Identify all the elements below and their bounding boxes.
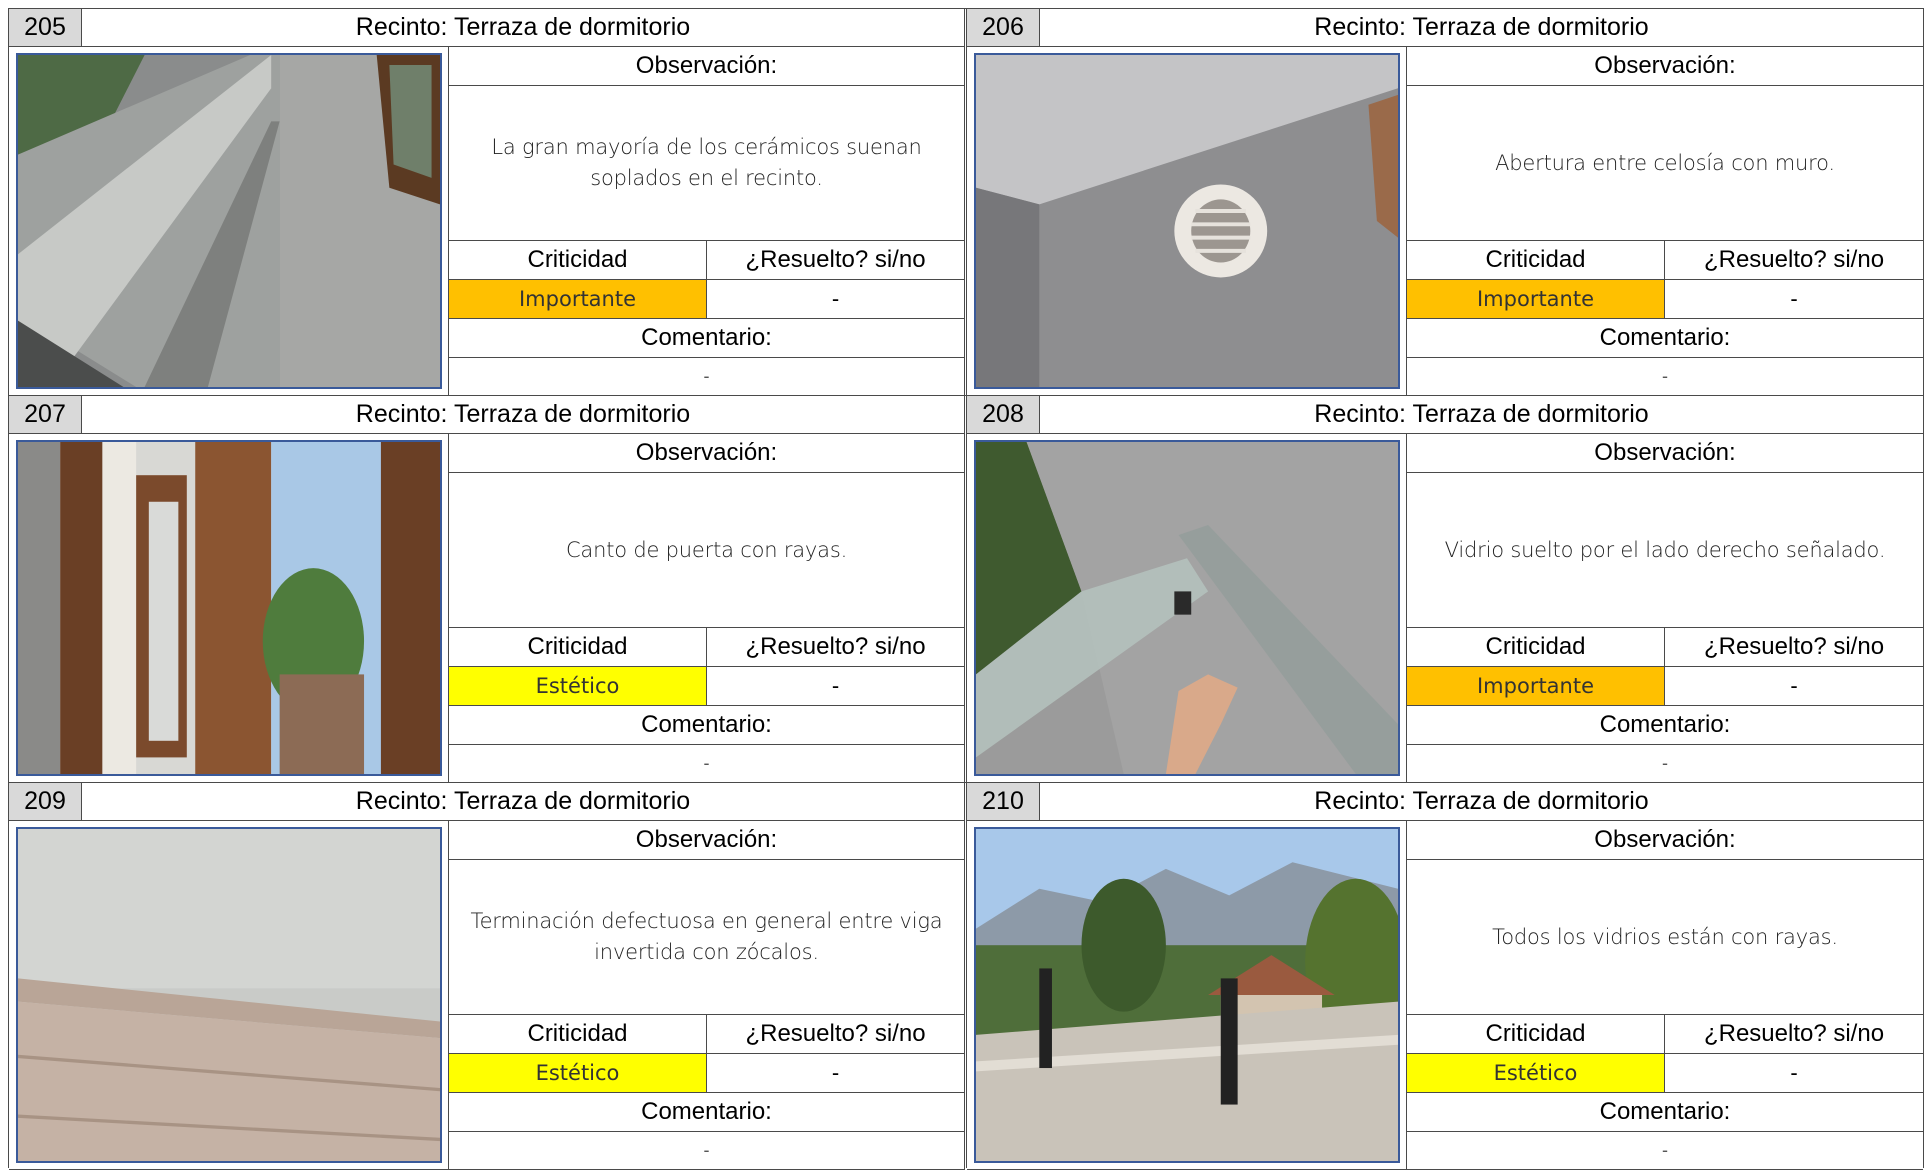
observation-text: Todos los vidrios están con rayas. xyxy=(1407,860,1923,1015)
resolved-value: - xyxy=(1665,280,1923,319)
resolved-label: ¿Resuelto? si/no xyxy=(1665,1015,1923,1054)
item-number: 205 xyxy=(9,9,82,47)
observation-text: Vidrio suelto por el lado derecho señala… xyxy=(1407,473,1923,628)
item-title: Recinto: Terraza de dormitorio xyxy=(1040,9,1923,47)
observation-text: Terminación defectuosa en general entre … xyxy=(449,860,965,1015)
comment-label: Comentario: xyxy=(449,1093,965,1132)
item-title: Recinto: Terraza de dormitorio xyxy=(1040,783,1923,821)
item-card-206: 206 Recinto: Terraza de dormitorio Obser… xyxy=(966,8,1924,396)
resolved-label: ¿Resuelto? si/no xyxy=(707,241,965,280)
comment-label: Comentario: xyxy=(449,319,965,358)
criticality-label: Criticidad xyxy=(449,1015,707,1054)
inspection-grid: 205 Recinto: Terraza de dormitorio Obser… xyxy=(8,8,1924,1170)
resolved-value: - xyxy=(707,280,965,319)
photo-door-edge xyxy=(16,440,442,776)
observation-label: Observación: xyxy=(1407,47,1923,86)
resolved-label: ¿Resuelto? si/no xyxy=(707,628,965,667)
comment-label: Comentario: xyxy=(1407,706,1923,745)
criticality-value: Importante xyxy=(1407,280,1665,319)
item-number: 210 xyxy=(967,783,1040,821)
comment-value: - xyxy=(449,745,965,783)
comment-value: - xyxy=(1407,1132,1923,1170)
observation-text: Abertura entre celosía con muro. xyxy=(1407,86,1923,241)
criticality-value: Estético xyxy=(449,1054,707,1093)
criticality-label: Criticidad xyxy=(1407,628,1665,667)
criticality-value: Estético xyxy=(449,667,707,706)
criticality-value: Importante xyxy=(449,280,707,319)
item-number: 206 xyxy=(967,9,1040,47)
photo-cell xyxy=(967,434,1407,783)
item-card-209: 209 Recinto: Terraza de dormitorio Obser… xyxy=(8,782,966,1170)
item-card-205: 205 Recinto: Terraza de dormitorio Obser… xyxy=(8,8,966,396)
resolved-label: ¿Resuelto? si/no xyxy=(1665,241,1923,280)
observation-label: Observación: xyxy=(1407,434,1923,473)
resolved-value: - xyxy=(1665,1054,1923,1093)
comment-value: - xyxy=(449,1132,965,1170)
observation-label: Observación: xyxy=(449,434,965,473)
item-number: 207 xyxy=(9,396,82,434)
observation-text: La gran mayoría de los cerámicos suenan … xyxy=(449,86,965,241)
item-card-207: 207 Recinto: Terraza de dormitorio Obser… xyxy=(8,395,966,783)
resolved-value: - xyxy=(1665,667,1923,706)
criticality-label: Criticidad xyxy=(1407,1015,1665,1054)
photo-cell xyxy=(967,47,1407,396)
observation-text: Canto de puerta con rayas. xyxy=(449,473,965,628)
photo-cell xyxy=(967,821,1407,1170)
resolved-label: ¿Resuelto? si/no xyxy=(1665,628,1923,667)
comment-label: Comentario: xyxy=(1407,319,1923,358)
resolved-value: - xyxy=(707,1054,965,1093)
observation-label: Observación: xyxy=(449,821,965,860)
photo-cell xyxy=(9,821,449,1170)
item-card-210: 210 Recinto: Terraza de dormitorio Obser… xyxy=(966,782,1924,1170)
comment-label: Comentario: xyxy=(1407,1093,1923,1132)
item-title: Recinto: Terraza de dormitorio xyxy=(82,9,965,47)
observation-label: Observación: xyxy=(449,47,965,86)
photo-vent-wall xyxy=(974,53,1400,389)
criticality-value: Importante xyxy=(1407,667,1665,706)
item-title: Recinto: Terraza de dormitorio xyxy=(82,783,965,821)
comment-value: - xyxy=(1407,358,1923,396)
item-title: Recinto: Terraza de dormitorio xyxy=(1040,396,1923,434)
comment-label: Comentario: xyxy=(449,706,965,745)
criticality-label: Criticidad xyxy=(1407,241,1665,280)
photo-terrace-balcony xyxy=(16,53,442,389)
photo-cell xyxy=(9,47,449,396)
item-title: Recinto: Terraza de dormitorio xyxy=(82,396,965,434)
criticality-label: Criticidad xyxy=(449,628,707,667)
comment-value: - xyxy=(1407,745,1923,783)
resolved-label: ¿Resuelto? si/no xyxy=(707,1015,965,1054)
comment-value: - xyxy=(449,358,965,396)
photo-baseboard xyxy=(16,827,442,1163)
item-number: 209 xyxy=(9,783,82,821)
photo-loose-glass xyxy=(974,440,1400,776)
item-card-208: 208 Recinto: Terraza de dormitorio Obser… xyxy=(966,395,1924,783)
criticality-value: Estético xyxy=(1407,1054,1665,1093)
observation-label: Observación: xyxy=(1407,821,1923,860)
resolved-value: - xyxy=(707,667,965,706)
photo-cell xyxy=(9,434,449,783)
criticality-label: Criticidad xyxy=(449,241,707,280)
item-number: 208 xyxy=(967,396,1040,434)
photo-glass-railing xyxy=(974,827,1400,1163)
